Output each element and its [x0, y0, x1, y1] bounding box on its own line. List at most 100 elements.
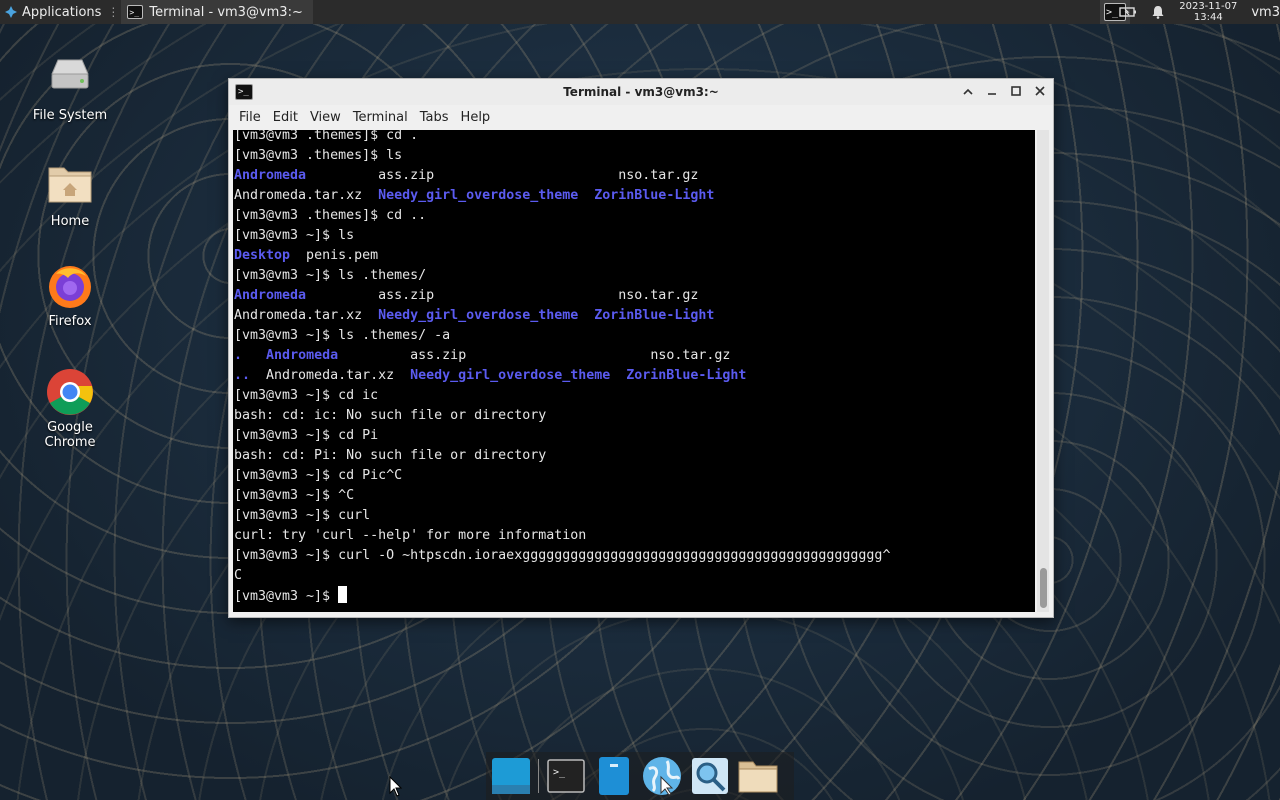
shade-window-button[interactable]: [961, 84, 975, 100]
terminal-text: C: [234, 568, 243, 583]
terminal-text: [vm3@vm3 ~]$ ls: [234, 228, 355, 243]
drive-icon: [46, 56, 94, 104]
notification-bell-icon[interactable]: [1151, 5, 1165, 19]
chrome-icon: [46, 368, 94, 416]
directory-name: Andromeda: [266, 348, 339, 363]
scrollbar-thumb[interactable]: [1040, 568, 1047, 608]
clock[interactable]: 2023-11-07 13:44: [1179, 1, 1237, 23]
desktop-icon-label: File System: [32, 108, 108, 123]
top-panel: Applications ⋮ >_ Terminal - vm3@vm3:~ >…: [0, 0, 1280, 24]
dock-show-desktop[interactable]: [490, 755, 532, 797]
menu-help[interactable]: Help: [455, 110, 497, 125]
terminal-line: [vm3@vm3 ~]$ curl -O ~htpscdn.ioraexgggg…: [234, 546, 1035, 566]
menu-file[interactable]: File: [233, 110, 267, 125]
chevron-up-icon: [963, 88, 973, 95]
menu-tabs[interactable]: Tabs: [414, 110, 455, 125]
directory-name: Needy_girl_overdose_theme: [410, 368, 611, 383]
dock-file-manager[interactable]: [593, 755, 635, 797]
terminal-text: [vm3@vm3 ~]$ ^C: [234, 488, 355, 503]
terminal-line: [vm3@vm3 ~]$: [234, 586, 1035, 606]
terminal-text: penis.pem: [290, 248, 379, 263]
xfce-logo-icon: [5, 6, 17, 18]
terminal-icon: >_: [127, 5, 144, 19]
maximize-button[interactable]: [1009, 84, 1023, 100]
desktop-icon-google-chrome[interactable]: Google Chrome: [20, 368, 120, 450]
terminal-line: [vm3@vm3 .themes]$ cd ..: [234, 206, 1035, 226]
terminal-line: Andromeda.tar.xz Needy_girl_overdose_the…: [234, 306, 1035, 326]
terminal-window: >_ Terminal - vm3@vm3:~ File Edit View T…: [228, 78, 1054, 618]
desktop-icon-label: Firefox: [48, 314, 92, 329]
applications-menu[interactable]: Applications: [0, 0, 105, 24]
terminal-text: ass.zip nso.tar.gz: [338, 348, 731, 363]
terminal-text: [vm3@vm3 ~]$: [234, 589, 339, 604]
directory-name: Needy_girl_overdose_theme: [378, 308, 579, 323]
panel-handle-icon: ⋮: [107, 5, 120, 19]
dock-web-browser[interactable]: [641, 755, 683, 797]
terminal-text: curl: try 'curl --help' for more informa…: [234, 528, 587, 543]
scrollbar[interactable]: [1037, 130, 1049, 612]
directory-name: ZorinBlue-Light: [626, 368, 747, 383]
maximize-icon: [1011, 86, 1021, 96]
menu-edit[interactable]: Edit: [267, 110, 304, 125]
desktop-icon-firefox[interactable]: Firefox: [20, 262, 120, 329]
terminal-text: Andromeda.tar.xz: [234, 188, 379, 203]
directory-name: Andromeda: [234, 168, 307, 183]
menu-view[interactable]: View: [304, 110, 347, 125]
window-titlebar[interactable]: >_ Terminal - vm3@vm3:~: [229, 79, 1053, 105]
terminal-line: .. Andromeda.tar.xz Needy_girl_overdose_…: [234, 366, 1035, 386]
terminal-output[interactable]: [vm3@vm3 .themes]$ cd . [vm3@vm3 .themes]…: [233, 130, 1035, 612]
search-icon: [692, 758, 728, 794]
terminal-line: Andromeda.tar.xz Needy_girl_overdose_the…: [234, 186, 1035, 206]
svg-text:>_: >_: [553, 767, 566, 778]
dock-terminal[interactable]: >_: [545, 755, 587, 797]
applications-label: Applications: [22, 4, 102, 20]
close-button[interactable]: [1033, 84, 1047, 100]
dock-app-finder[interactable]: [689, 755, 731, 797]
terminal-text: [vm3@vm3 ~]$ cd ic: [234, 388, 379, 403]
terminal-line: [vm3@vm3 ~]$ ls: [234, 226, 1035, 246]
terminal-text: [vm3@vm3 ~]$ cd Pi: [234, 428, 379, 443]
terminal-text: Andromeda.tar.xz: [250, 368, 411, 383]
terminal-text: [vm3@vm3 .themes]$ ls: [234, 148, 403, 163]
terminal-text: [vm3@vm3 ~]$ ls .themes/ -a: [234, 328, 451, 343]
desktop-icon-label: Home: [50, 214, 90, 229]
minimize-icon: [988, 93, 996, 95]
terminal-text: bash: cd: Pi: No such file or directory: [234, 448, 547, 463]
mouse-pointer-icon: [389, 776, 403, 797]
menu-terminal[interactable]: Terminal: [347, 110, 414, 125]
terminal-line: [vm3@vm3 ~]$ ls .themes/ -a: [234, 326, 1035, 346]
minimize-button[interactable]: [985, 84, 999, 100]
terminal-line: [vm3@vm3 ~]$ cd ic: [234, 386, 1035, 406]
terminal-text: ass.zip nso.tar.gz: [306, 288, 699, 303]
clock-date: 2023-11-07: [1179, 1, 1238, 12]
folder-icon: [738, 761, 778, 793]
menu-bar: File Edit View Terminal Tabs Help: [229, 105, 1053, 129]
terminal-line: bash: cd: ic: No such file or directory: [234, 406, 1035, 426]
directory-name: .: [234, 348, 243, 363]
desktop-icon-label: Google Chrome: [44, 420, 96, 450]
user-menu[interactable]: vm3: [1251, 5, 1280, 20]
directory-name: ..: [234, 368, 251, 383]
terminal-line: [vm3@vm3 .themes]$ cd .: [234, 130, 1035, 146]
desktop-icon-file-system[interactable]: File System: [20, 56, 120, 123]
directory-name: ZorinBlue-Light: [594, 308, 715, 323]
terminal-cursor: [338, 586, 348, 603]
terminal-icon: >_: [547, 759, 585, 793]
terminal-line: [vm3@vm3 ~]$ ls .themes/: [234, 266, 1035, 286]
desktop-icon-home[interactable]: Home: [20, 162, 120, 229]
home-folder-icon: [46, 162, 94, 210]
terminal-line: curl: try 'curl --help' for more informa…: [234, 526, 1035, 546]
taskbar-terminal-title: Terminal - vm3@vm3:~: [149, 4, 303, 20]
close-icon: [1035, 86, 1045, 96]
terminal-text: [vm3@vm3 ~]$ curl: [234, 508, 371, 523]
taskbar-terminal-button[interactable]: >_ Terminal - vm3@vm3:~: [121, 0, 313, 24]
terminal-line: Andromeda ass.zip nso.tar.gz: [234, 286, 1035, 306]
dock: >_: [486, 752, 794, 800]
dock-home-folder[interactable]: [737, 755, 779, 797]
terminal-line: bash: cd: Pi: No such file or directory: [234, 446, 1035, 466]
battery-icon[interactable]: [1119, 6, 1137, 18]
terminal-text: [vm3@vm3 .themes]$ cd ..: [234, 208, 427, 223]
directory-name: ZorinBlue-Light: [594, 188, 715, 203]
